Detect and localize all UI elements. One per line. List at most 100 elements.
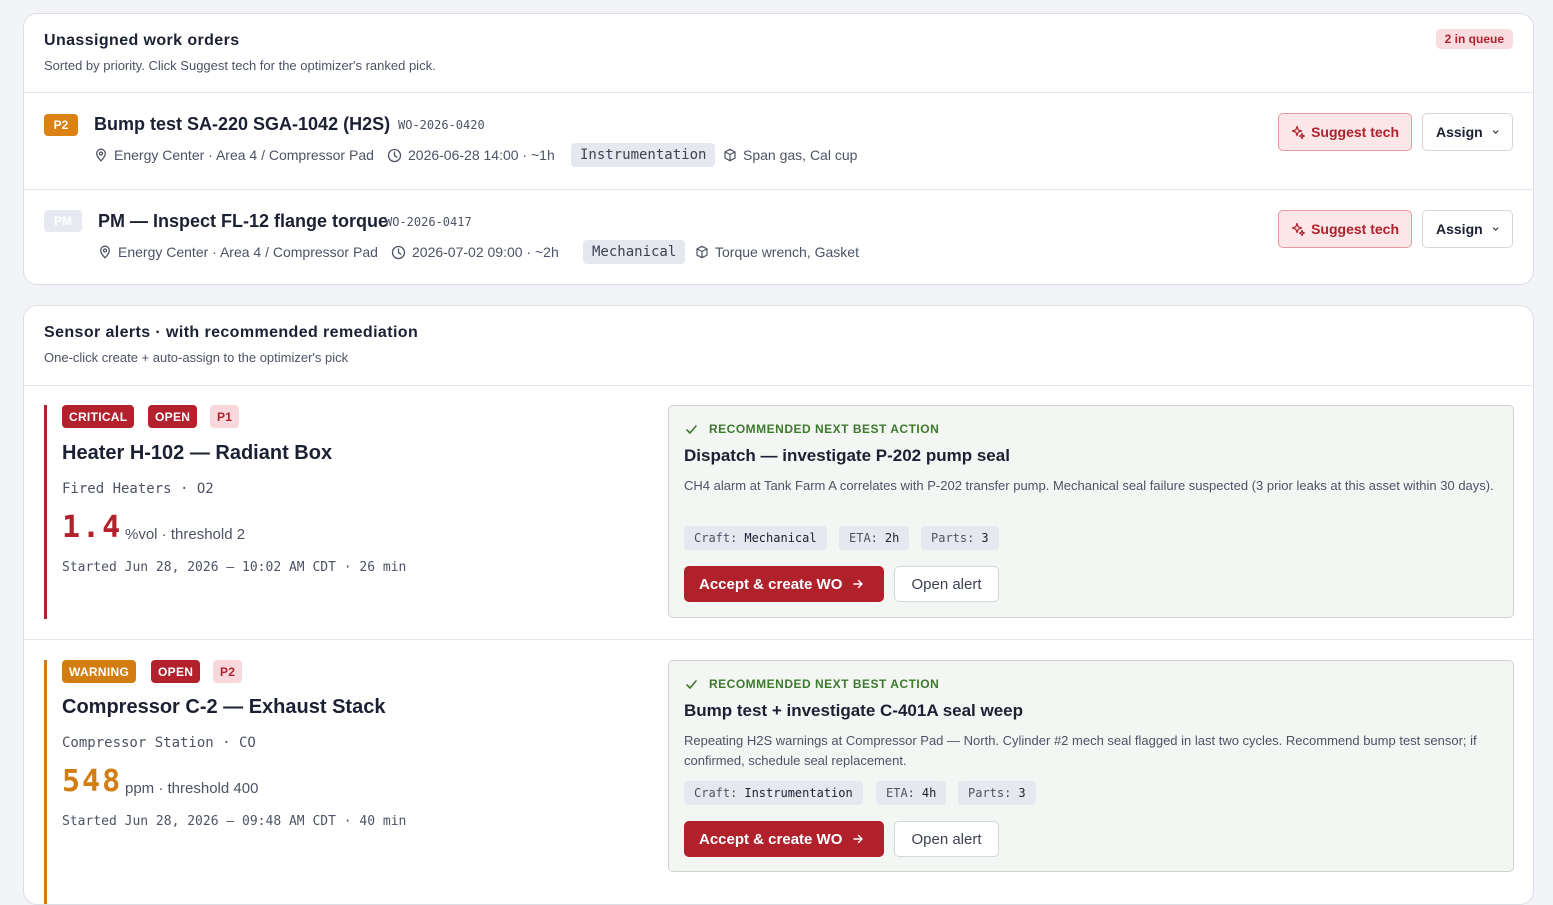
severity-accent-bar: [44, 405, 47, 619]
chip-value: Instrumentation: [744, 786, 853, 800]
arrow-right-icon: [853, 834, 864, 844]
arrow-right-icon: [853, 579, 864, 589]
nba-description: CH4 alarm at Tank Farm A correlates with…: [684, 478, 1494, 493]
next-best-action-panel: RECOMMENDED NEXT BEST ACTION Dispatch — …: [668, 405, 1514, 618]
alert-started-time: Started Jun 28, 2026 — 10:02 AM CDT · 26…: [62, 560, 407, 575]
work-order-parts: Torque wrench, Gasket: [695, 244, 859, 260]
priority-badge: PM: [44, 210, 82, 232]
craft-chip: Craft: Mechanical: [684, 526, 827, 550]
priority-tag: P2: [213, 660, 243, 683]
accept-label: Accept & create WO: [699, 575, 843, 593]
chip-key: Craft:: [694, 786, 738, 800]
clock-icon: [391, 245, 406, 259]
work-order-location: Energy Center · Area 4 / Compressor Pad: [98, 244, 378, 260]
work-order-parts: Span gas, Cal cup: [723, 147, 857, 163]
work-order-schedule: 2026-07-02 09:00 · ~2h: [391, 244, 559, 260]
nba-label-text: RECOMMENDED NEXT BEST ACTION: [709, 422, 940, 436]
sensor-alert-row: CRITICAL OPEN P1 Heater H-102 — Radiant …: [24, 386, 1533, 639]
sensor-subtitle: Compressor Station · CO: [62, 735, 256, 751]
chip-value: 4h: [921, 786, 937, 800]
assign-dropdown-button[interactable]: Assign: [1422, 210, 1513, 248]
check-icon: [686, 679, 697, 689]
accept-create-wo-button[interactable]: Accept & create WO: [684, 566, 884, 602]
work-order-location: Energy Center · Area 4 / Compressor Pad: [94, 147, 374, 163]
parts-chip: Parts: 3: [921, 526, 999, 550]
sparkle-icon: [1291, 222, 1306, 236]
chip-value: 3: [981, 531, 989, 545]
work-order-row[interactable]: PM PM — Inspect FL-12 flange torque WO-2…: [24, 189, 1533, 284]
sensor-subtitle: Fired Heaters · O2: [62, 481, 214, 497]
craft-chip: Craft: Instrumentation: [684, 781, 863, 805]
assign-label: Assign: [1436, 221, 1483, 237]
suggest-tech-label: Suggest tech: [1311, 221, 1399, 237]
nba-title: Bump test + investigate C-401A seal weep: [684, 701, 1024, 720]
queue-count-badge: 2 in queue: [1435, 29, 1513, 49]
reading-unit-threshold: %vol · threshold 2: [125, 526, 246, 543]
asset-title[interactable]: Heater H-102 — Radiant Box: [62, 442, 332, 465]
location-pin-icon: [100, 245, 110, 259]
severity-tag: CRITICAL: [62, 405, 135, 428]
schedule-text: 2026-07-02 09:00 · ~2h: [412, 244, 559, 260]
chip-key: Craft:: [694, 531, 738, 545]
package-icon: [724, 148, 736, 162]
assign-label: Assign: [1436, 124, 1483, 140]
package-icon: [696, 245, 708, 259]
craft-chip: Instrumentation: [571, 143, 716, 167]
clock-icon: [387, 148, 402, 162]
chevron-down-icon: [1492, 130, 1499, 134]
sensor-alerts-header: Sensor alerts · with recommended remedia…: [24, 306, 1533, 386]
parts-chip: Parts: 3: [958, 781, 1036, 805]
location-text: Energy Center · Area 4 / Compressor Pad: [118, 244, 378, 260]
sensor-alerts-subtitle: One-click create + auto-assign to the op…: [44, 350, 349, 365]
status-tag: OPEN: [151, 660, 201, 683]
chip-key: ETA:: [886, 786, 915, 800]
suggest-tech-label: Suggest tech: [1311, 124, 1399, 140]
work-order-title[interactable]: Bump test SA-220 SGA-1042 (H2S): [94, 114, 390, 135]
chip-value: 2h: [884, 531, 900, 545]
work-orders-card: Unassigned work orders Sorted by priorit…: [23, 13, 1534, 285]
suggest-tech-button[interactable]: Suggest tech: [1278, 210, 1412, 248]
work-orders-header: Unassigned work orders Sorted by priorit…: [24, 14, 1533, 93]
work-order-row[interactable]: P2 Bump test SA-220 SGA-1042 (H2S) WO-20…: [24, 93, 1533, 189]
work-order-id: WO-2026-0420: [398, 118, 485, 132]
alert-started-time: Started Jun 28, 2026 — 09:48 AM CDT · 40…: [62, 814, 407, 829]
schedule-text: 2026-06-28 14:00 · ~1h: [408, 147, 555, 163]
parts-text: Torque wrench, Gasket: [715, 244, 859, 260]
work-order-title[interactable]: PM — Inspect FL-12 flange torque: [98, 211, 388, 232]
sparkle-icon: [1291, 125, 1306, 139]
chip-key: ETA:: [849, 531, 878, 545]
work-order-id: WO-2026-0417: [385, 215, 472, 229]
sensor-alerts-card: Sensor alerts · with recommended remedia…: [23, 305, 1534, 905]
severity-accent-bar: [44, 660, 47, 904]
priority-badge: P2: [44, 114, 78, 136]
location-text: Energy Center · Area 4 / Compressor Pad: [114, 147, 374, 163]
sensor-alert-row: WARNING OPEN P2 Compressor C-2 — Exhaust…: [24, 639, 1533, 904]
asset-title[interactable]: Compressor C-2 — Exhaust Stack: [62, 696, 385, 719]
craft-chip: Mechanical: [583, 240, 686, 264]
next-best-action-panel: RECOMMENDED NEXT BEST ACTION Bump test +…: [668, 660, 1514, 872]
nba-description: Repeating H2S warnings at Compressor Pad…: [684, 733, 1477, 768]
nba-label: RECOMMENDED NEXT BEST ACTION: [685, 677, 939, 691]
open-alert-button[interactable]: Open alert: [894, 821, 999, 857]
chevron-down-icon: [1492, 227, 1499, 231]
nba-label: RECOMMENDED NEXT BEST ACTION: [685, 422, 939, 436]
chip-key: Parts:: [968, 786, 1012, 800]
eta-chip: ETA: 4h: [876, 781, 947, 805]
chip-key: Parts:: [931, 531, 975, 545]
status-tag: OPEN: [148, 405, 198, 428]
assign-dropdown-button[interactable]: Assign: [1422, 113, 1513, 151]
severity-tag: WARNING: [62, 660, 137, 683]
reading-value: 548: [62, 764, 123, 799]
work-orders-title: Unassigned work orders: [44, 32, 240, 49]
chip-value: 3: [1018, 786, 1026, 800]
reading-unit-threshold: ppm · threshold 400: [125, 780, 259, 797]
accept-label: Accept & create WO: [699, 830, 843, 848]
work-order-schedule: 2026-06-28 14:00 · ~1h: [387, 147, 555, 163]
reading-value: 1.4: [62, 510, 123, 545]
accept-create-wo-button[interactable]: Accept & create WO: [684, 821, 884, 857]
work-orders-subtitle: Sorted by priority. Click Suggest tech f…: [44, 58, 436, 73]
suggest-tech-button[interactable]: Suggest tech: [1278, 113, 1412, 151]
priority-tag: P1: [210, 405, 240, 428]
location-pin-icon: [96, 148, 106, 162]
open-alert-button[interactable]: Open alert: [894, 566, 999, 602]
